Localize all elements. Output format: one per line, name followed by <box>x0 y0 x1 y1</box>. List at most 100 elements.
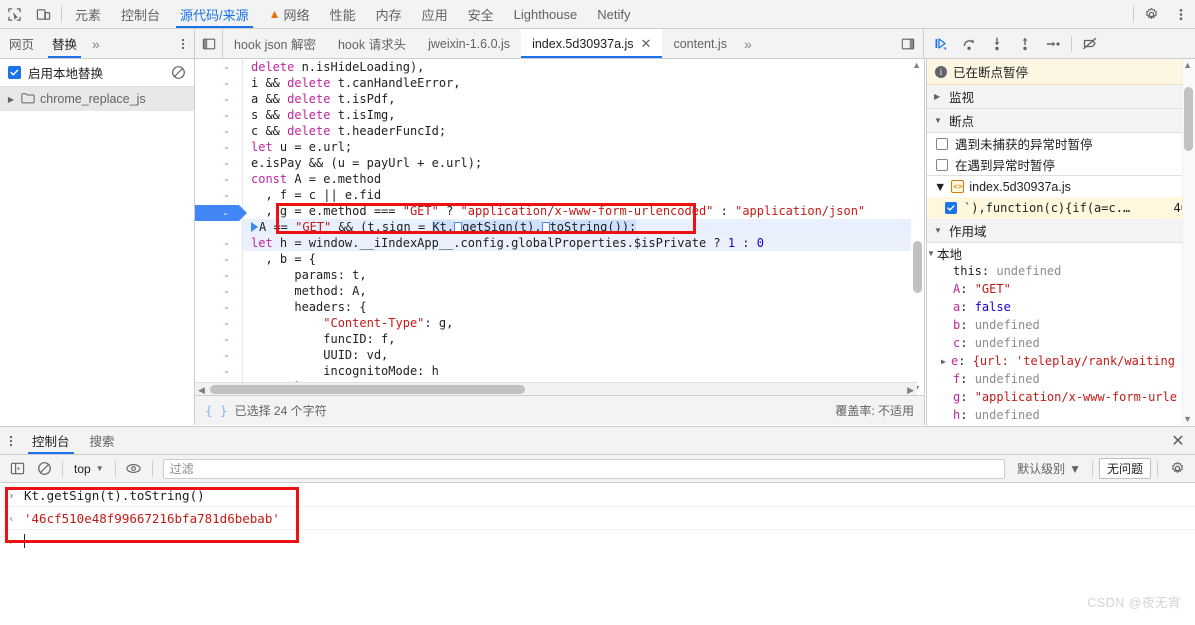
pause-on-uncaught-exceptions-row[interactable]: 遇到未捕获的异常时暂停 <box>927 133 1195 154</box>
code-line[interactable]: incognitoMode: h <box>243 363 924 379</box>
close-icon[interactable]: ✕ <box>641 37 652 50</box>
code-line[interactable]: funcID: f, <box>243 331 924 347</box>
gutter-line[interactable]: - <box>195 187 242 203</box>
scope-var-a[interactable]: a: false <box>927 298 1195 316</box>
scroll-down-icon[interactable]: ▼ <box>1183 414 1192 424</box>
tab-netify[interactable]: Netify <box>587 0 640 28</box>
editor-gutter[interactable]: - - - - - - - - - - - - - - - - - - - - <box>195 59 243 394</box>
code-line[interactable]: "Content-Type": g, <box>243 315 924 331</box>
nav-tab-page[interactable]: 网页 <box>0 29 43 58</box>
gutter-line[interactable]: - <box>195 139 242 155</box>
drawer-tab-search[interactable]: 搜索 <box>80 427 125 454</box>
scope-var-f[interactable]: f: undefined <box>927 370 1195 388</box>
gutter-line[interactable]: - <box>195 171 242 187</box>
tab-performance[interactable]: 性能 <box>320 0 366 28</box>
navigator-kebab-icon[interactable] <box>172 29 194 58</box>
debugger-scroll-thumb[interactable] <box>1184 87 1193 151</box>
code-line[interactable]: params: t, <box>243 267 924 283</box>
code-line[interactable]: let h = window.__iIndexApp__.config.glob… <box>243 235 924 251</box>
code-editor[interactable]: - - - - - - - - - - - - - - - - - - - - … <box>195 59 925 394</box>
gutter-line[interactable]: - <box>195 315 242 331</box>
code-line-executing[interactable]: A == "GET" && (t.sign = Kt. getSign(t). to… <box>243 219 924 235</box>
scope-var-A[interactable]: A: "GET" <box>927 280 1195 298</box>
code-line[interactable]: delete n.isHideLoading), <box>243 59 924 75</box>
issues-button[interactable]: 无问题 <box>1098 458 1151 479</box>
gutter-line[interactable]: - <box>195 155 242 171</box>
scope-var-g[interactable]: g: "application/x-www-form-urle <box>927 388 1195 406</box>
console-filter-input[interactable] <box>162 458 1006 479</box>
chevron-down-icon[interactable]: ▼ <box>927 249 937 258</box>
console-input-row[interactable]: › Kt.getSign(t).toString() <box>0 484 1195 507</box>
gutter-line[interactable]: - <box>195 331 242 347</box>
close-icon[interactable]: ✕ <box>1161 427 1195 454</box>
tab-sources[interactable]: 源代码/来源 <box>170 0 259 28</box>
code-text-area[interactable]: delete n.isHideLoading), i && delete t.c… <box>243 59 924 394</box>
code-line[interactable]: e.isPay && (u = payUrl + e.url); <box>243 155 924 171</box>
step-out-icon[interactable] <box>1012 31 1038 57</box>
file-tab-jweixin[interactable]: jweixin-1.6.0.js <box>417 29 521 58</box>
gutter-line[interactable]: - <box>195 59 242 75</box>
show-debugger-sidebar-icon[interactable] <box>893 29 923 58</box>
gutter-line[interactable]: - <box>195 123 242 139</box>
chevron-down-icon[interactable]: ▼ <box>934 116 944 125</box>
scope-var-this[interactable]: this: undefined <box>927 262 1195 280</box>
code-line[interactable]: , b = { <box>243 251 924 267</box>
gutter-line[interactable]: - <box>195 235 242 251</box>
gutter-line[interactable]: - <box>195 75 242 91</box>
tab-memory[interactable]: 内存 <box>366 0 412 28</box>
section-watch[interactable]: ▶ 监视 <box>927 85 1195 109</box>
chevron-down-icon[interactable]: ▼ <box>934 180 946 194</box>
kebab-menu-icon[interactable] <box>1166 0 1195 28</box>
gutter-line[interactable]: - <box>195 347 242 363</box>
gutter-line[interactable]: - <box>195 251 242 267</box>
code-line[interactable]: const A = e.method <box>243 171 924 187</box>
chevron-right-icon[interactable]: ▶ <box>6 95 16 104</box>
code-line[interactable]: , f = c || e.fid <box>243 187 924 203</box>
pretty-print-icon[interactable]: { } <box>205 403 228 418</box>
file-tabs-more-icon[interactable]: » <box>738 29 758 58</box>
code-line[interactable]: a && delete t.isPdf, <box>243 91 924 107</box>
console-level-selector[interactable]: 默认级别 ▼ <box>1012 460 1086 477</box>
gear-icon[interactable] <box>1137 0 1166 28</box>
pause-on-uncaught-checkbox[interactable] <box>936 137 948 150</box>
clear-console-icon[interactable] <box>32 458 56 480</box>
code-line[interactable]: method: A, <box>243 283 924 299</box>
debugger-vertical-scrollbar[interactable]: ▲ ▼ <box>1182 59 1195 425</box>
scroll-up-icon[interactable]: ▲ <box>1183 60 1192 70</box>
scope-var-c[interactable]: c: undefined <box>927 334 1195 352</box>
pause-on-exceptions-checkbox[interactable] <box>936 158 948 171</box>
code-line[interactable]: UUID: vd, <box>243 347 924 363</box>
tab-network[interactable]: ▲ 网络 <box>259 0 320 28</box>
file-tab-content[interactable]: content.js <box>662 29 738 58</box>
console-sidebar-icon[interactable] <box>5 458 29 480</box>
tab-elements[interactable]: 元素 <box>65 0 111 28</box>
editor-scroll-thumb[interactable] <box>913 241 922 293</box>
editor-hscroll-thumb[interactable] <box>210 385 525 394</box>
breakpoint-file-row[interactable]: ▼ <> index.5d30937a.js <box>927 175 1195 197</box>
breakpoint-enabled-checkbox[interactable] <box>945 202 957 214</box>
code-line[interactable]: let u = e.url; <box>243 139 924 155</box>
console-output-row[interactable]: ‹ '46cf510e48f99667216bfa781d6bebab' <box>0 507 1195 530</box>
scope-var-h[interactable]: h: undefined <box>927 406 1195 424</box>
resume-icon[interactable] <box>928 31 954 57</box>
chevron-down-icon[interactable]: ▼ <box>934 226 944 235</box>
overrides-folder-row[interactable]: ▶ chrome_replace_js <box>0 87 194 111</box>
tab-security[interactable]: 安全 <box>458 0 504 28</box>
chevron-right-icon[interactable]: ▶ <box>934 92 944 101</box>
section-breakpoints[interactable]: ▼ 断点 <box>927 109 1195 133</box>
clear-overrides-icon[interactable] <box>171 65 186 80</box>
pause-on-exceptions-row[interactable]: 在遇到异常时暂停 <box>927 154 1195 175</box>
console-message-list[interactable]: › Kt.getSign(t).toString() ‹ '46cf510e48… <box>0 484 1195 625</box>
editor-horizontal-scrollbar[interactable]: ◀ ▶ <box>195 382 917 395</box>
code-line[interactable]: , g = e.method === "GET" ? "application/… <box>243 203 924 219</box>
step-into-icon[interactable] <box>984 31 1010 57</box>
scope-group-local[interactable]: ▼ 本地 <box>927 244 1195 262</box>
step-icon[interactable] <box>1040 31 1066 57</box>
scope-var-e[interactable]: ▶ e: {url: 'teleplay/rank/waiting <box>927 352 1195 370</box>
inspect-element-icon[interactable] <box>0 0 29 28</box>
file-tab-hook-headers[interactable]: hook 请求头 <box>327 29 417 58</box>
chevron-right-icon[interactable]: ▶ <box>941 357 951 366</box>
show-navigator-icon[interactable] <box>195 29 223 58</box>
console-prompt-row[interactable]: › <box>0 530 1195 552</box>
gear-icon[interactable] <box>1164 461 1190 476</box>
